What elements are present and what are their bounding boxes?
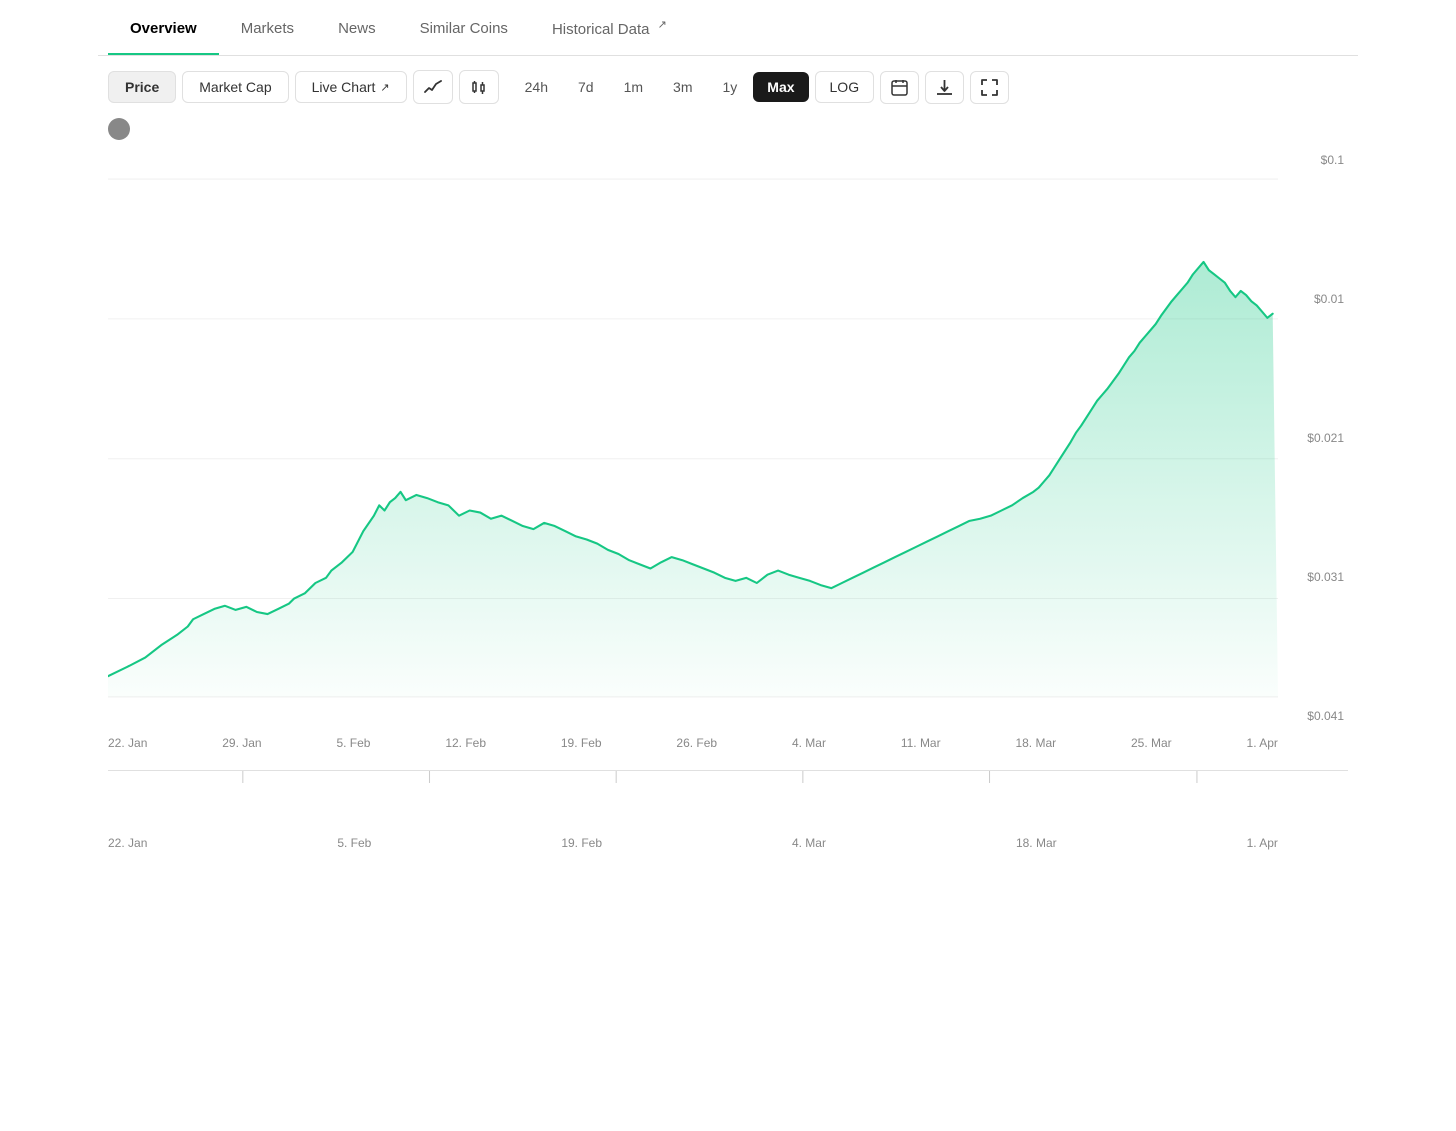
time-max[interactable]: Max [753,72,808,102]
line-chart-button[interactable] [413,70,453,104]
time-24h[interactable]: 24h [511,72,562,102]
time-range-group: 24h 7d 1m 3m 1y Max [511,72,809,102]
y-axis: $0.1 $0.01 $0.021 $0.031 $0.041 [1278,148,1348,728]
time-7d[interactable]: 7d [564,72,608,102]
x-label-3: 12. Feb [445,736,486,750]
download-button[interactable] [925,71,964,104]
time-1y[interactable]: 1y [708,72,751,102]
tab-markets[interactable]: Markets [219,2,316,55]
live-chart-button[interactable]: Live Chart ↗ [295,71,407,103]
line-chart-icon [424,78,442,96]
nav-label-2: 19. Feb [561,836,602,850]
calendar-icon [891,79,908,96]
download-icon [936,79,953,96]
x-label-8: 18. Mar [1015,736,1056,750]
chart-wrapper: $0.1 $0.01 $0.021 $0.031 $0.041 22. Jan … [98,118,1358,860]
x-label-10: 1. Apr [1247,736,1278,750]
tab-overview[interactable]: Overview [108,2,219,55]
y-label-3: $0.031 [1278,570,1348,584]
tab-news[interactable]: News [316,2,398,55]
candle-chart-button[interactable] [459,70,499,104]
nav-label-4: 18. Mar [1016,836,1057,850]
candle-chart-icon [470,78,488,96]
x-label-1: 29. Jan [222,736,261,750]
x-label-5: 26. Feb [676,736,717,750]
y-label-4: $0.041 [1278,709,1348,723]
tab-historical-data[interactable]: Historical Data ↗ [530,0,689,56]
navigator-chart [108,770,1348,830]
nav-label-3: 4. Mar [792,836,826,850]
tab-similar-coins[interactable]: Similar Coins [398,2,530,55]
x-axis: 22. Jan 29. Jan 5. Feb 12. Feb 19. Feb 2… [108,728,1348,750]
chart-toolbar: Price Market Cap Live Chart ↗ 24h 7d 1 [98,56,1358,118]
external-icon: ↗ [380,81,389,94]
y-label-0: $0.1 [1278,153,1348,167]
nav-tabs: Overview Markets News Similar Coins Hist… [98,0,1358,56]
time-1m[interactable]: 1m [610,72,657,102]
x-label-4: 19. Feb [561,736,602,750]
x-label-7: 11. Mar [901,736,941,750]
y-label-2: $0.021 [1278,431,1348,445]
x-label-6: 4. Mar [792,736,826,750]
chart-dot [108,118,130,140]
time-3m[interactable]: 3m [659,72,706,102]
nav-label-5: 1. Apr [1247,836,1278,850]
chart-container: $0.1 $0.01 $0.021 $0.031 $0.041 [108,148,1348,728]
x-label-2: 5. Feb [336,736,370,750]
calendar-button[interactable] [880,71,919,104]
y-label-1: $0.01 [1278,292,1348,306]
expand-button[interactable] [970,71,1009,104]
x-label-0: 22. Jan [108,736,147,750]
price-button[interactable]: Price [108,71,176,103]
x-label-9: 25. Mar [1131,736,1172,750]
nav-label-0: 22. Jan [108,836,147,850]
expand-icon [981,79,998,96]
log-button[interactable]: LOG [815,71,875,103]
external-link-icon: ↗ [658,19,667,31]
market-cap-button[interactable]: Market Cap [182,71,288,103]
nav-label-1: 5. Feb [337,836,371,850]
nav-x-axis: 22. Jan 5. Feb 19. Feb 4. Mar 18. Mar 1.… [108,830,1348,850]
chart-svg [108,148,1278,728]
